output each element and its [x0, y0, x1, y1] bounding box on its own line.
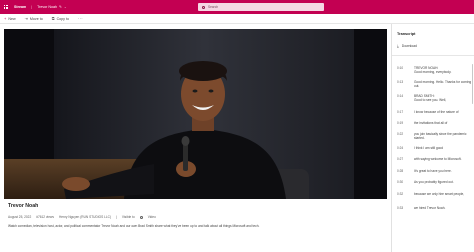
download-label: Download [401, 43, 417, 48]
transcript-timestamp[interactable]: 0:24 [397, 146, 403, 150]
transcript-text: with saying welcome to Microsoft. [414, 157, 472, 161]
transcript-line: the invitations that all of [414, 121, 448, 125]
app-launcher-icon[interactable] [4, 5, 8, 9]
transcript-line: As you probably figured out. [414, 180, 454, 184]
transcript-timestamp[interactable]: 0:19 [397, 121, 403, 125]
transcript-timestamp[interactable]: 0:22 [397, 132, 403, 136]
transcript-timestamp[interactable]: 0:27 [397, 157, 403, 161]
move-to-label: Move to [29, 16, 43, 21]
plus-icon: + [4, 16, 7, 21]
video-views: #7612 views [36, 215, 54, 219]
video-date: August 25, 2022 [8, 215, 32, 219]
transcript-timestamp[interactable]: 0:28 [397, 169, 403, 173]
copy-to-button[interactable]: ⧉ Copy to [52, 16, 69, 21]
transcript-text: As you probably figured out. [414, 180, 472, 184]
doc-title-text: Trevor Noah [37, 5, 57, 9]
transcript-line: with saying welcome to Microsoft. [414, 157, 462, 161]
move-to-button[interactable]: ⇥ Move to [25, 16, 43, 21]
chevron-down-icon[interactable]: ⌄ [64, 5, 67, 9]
video-description: Watch comedian, television host, actor, … [8, 224, 260, 228]
video-type: Video [147, 215, 156, 219]
transcript-line: because we only hire smart people, [414, 192, 465, 196]
transcript-line: Good morning. Hello. Thanks for coming o… [414, 80, 472, 89]
transcript-line: I know because of the nature of [414, 110, 459, 114]
new-button[interactable]: + New [4, 16, 16, 21]
command-bar: + New ⇥ Move to ⧉ Copy to ··· [0, 14, 474, 24]
edit-pencil-icon[interactable]: ✎ [59, 5, 62, 9]
transcript-text: It's great to have you here. [414, 169, 472, 173]
more-options-button[interactable]: ··· [78, 17, 83, 21]
transcript-line: Good to see you. Well, [414, 98, 447, 103]
video-visibility[interactable]: Visible to [122, 215, 135, 219]
search-placeholder: Search [208, 5, 219, 9]
transcript-text: I know because of the nature of [414, 110, 472, 114]
video-player[interactable] [4, 29, 387, 199]
app-name[interactable]: Stream [14, 5, 26, 9]
transcript-text: Good morning. Hello. Thanks for coming o… [414, 80, 472, 89]
transcript-text: we hired Trevor Noah. [414, 206, 472, 210]
transcript-text: BRAD SMITH: Good to see you. Well, [414, 94, 472, 103]
panel-divider [392, 55, 474, 56]
meta-separator: | [116, 215, 117, 219]
transcript-line: It's great to have you here. [414, 169, 452, 173]
transcript-title: Transcript [397, 32, 416, 36]
transcript-timestamp[interactable]: 0:30 [397, 180, 403, 184]
transcript-line: Good morning, everybody. [414, 70, 452, 75]
transcript-panel: Transcript ⤓ Download 0:10 TREVOR NOAH: Go… [391, 24, 474, 252]
transcript-text: the invitations that all of [414, 121, 472, 125]
download-icon: ⤓ [397, 43, 399, 48]
video-info: Trevor Noah August 25, 2022 #7612 views … [8, 203, 388, 228]
visibility-icon [139, 215, 143, 219]
search-box[interactable]: Search [198, 3, 324, 11]
move-icon: ⇥ [24, 16, 28, 21]
transcript-line: we hired Trevor Noah. [414, 206, 446, 210]
download-button[interactable]: ⤓ Download [397, 43, 417, 48]
transcript-timestamp[interactable]: 0:32 [397, 192, 403, 196]
breadcrumb-separator: | [31, 5, 33, 9]
copy-icon: ⧉ [51, 16, 55, 21]
app-header: Stream | Trevor Noah ✎ ⌄ Search [0, 0, 474, 14]
transcript-text: TREVOR NOAH: Good morning, everybody. [414, 66, 472, 75]
transcript-timestamp[interactable]: 0:33 [397, 206, 403, 210]
more-options-icon: ··· [77, 16, 84, 21]
transcript-text: I think I am still good [414, 146, 472, 150]
transcript-line: you join basically since the pandemic st… [414, 132, 467, 141]
transcript-timestamp[interactable]: 0:14 [397, 94, 403, 98]
breadcrumb-doc-title[interactable]: Trevor Noah ✎ ⌄ [37, 5, 66, 9]
video-meta: August 25, 2022 #7612 views Henry Nguyen… [8, 215, 388, 219]
transcript-text: because we only hire smart people, [414, 192, 472, 196]
transcript-timestamp[interactable]: 0:13 [397, 80, 403, 84]
search-icon [202, 5, 205, 9]
transcript-text: you join basically since the pandemic st… [414, 132, 472, 141]
video-title: Trevor Noah [8, 203, 39, 209]
new-button-label: New [8, 16, 16, 21]
transcript-timestamp[interactable]: 0:17 [397, 110, 403, 114]
copy-to-label: Copy to [56, 16, 69, 21]
transcript-line: I think I am still good [414, 146, 444, 150]
video-author[interactable]: Henry Nguyen (RUN STUDIOS LLC) [59, 215, 111, 219]
video-frame-speaker [62, 61, 286, 199]
transcript-timestamp[interactable]: 0:10 [397, 66, 403, 70]
